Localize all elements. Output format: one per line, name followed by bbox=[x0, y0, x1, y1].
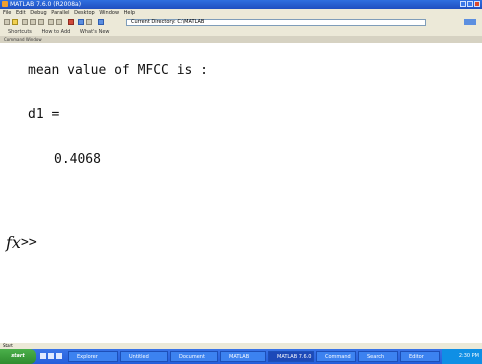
paste-icon[interactable] bbox=[38, 19, 44, 25]
undo-icon[interactable] bbox=[48, 19, 54, 25]
help-icon[interactable] bbox=[98, 19, 104, 25]
close-button[interactable] bbox=[474, 1, 480, 7]
task-7[interactable]: Search bbox=[358, 351, 398, 362]
fx-icon[interactable]: fx bbox=[6, 233, 21, 252]
menu-file[interactable]: File bbox=[3, 10, 11, 16]
menu-debug[interactable]: Debug bbox=[30, 10, 46, 16]
window-title: MATLAB 7.6.0 (R2008a) bbox=[10, 1, 82, 8]
menu-help[interactable]: Help bbox=[124, 10, 135, 16]
command-prompt[interactable]: >> bbox=[21, 235, 37, 250]
quicklaunch-ie-icon[interactable] bbox=[40, 353, 46, 359]
browse-folder-icon[interactable] bbox=[464, 19, 476, 25]
whats-new-link[interactable]: What's New bbox=[80, 29, 110, 35]
task-2[interactable]: Untitled bbox=[120, 351, 168, 362]
maximize-button[interactable] bbox=[467, 1, 473, 7]
simulink-icon[interactable] bbox=[68, 19, 74, 25]
guide-icon[interactable] bbox=[78, 19, 84, 25]
start-button[interactable]: start bbox=[0, 349, 36, 364]
quicklaunch-desktop-icon[interactable] bbox=[48, 353, 54, 359]
output-line-value: 0.4068 bbox=[54, 152, 101, 167]
minimize-button[interactable] bbox=[460, 1, 466, 7]
task-3[interactable]: Document bbox=[170, 351, 218, 362]
menu-desktop[interactable]: Desktop bbox=[74, 10, 95, 16]
quicklaunch-media-icon[interactable] bbox=[56, 353, 62, 359]
system-tray: 2:30 PM bbox=[442, 349, 482, 364]
window-controls bbox=[460, 1, 480, 7]
task-4[interactable]: MATLAB bbox=[220, 351, 266, 362]
matlab-icon bbox=[2, 1, 8, 7]
command-window-title: Command Window bbox=[4, 37, 42, 42]
redo-icon[interactable] bbox=[56, 19, 62, 25]
menu-parallel[interactable]: Parallel bbox=[51, 10, 69, 16]
task-5[interactable]: MATLAB 7.6.0 bbox=[268, 351, 314, 362]
cut-icon[interactable] bbox=[22, 19, 28, 25]
open-folder-icon[interactable] bbox=[12, 19, 18, 25]
output-line-mean: mean value of MFCC is : bbox=[28, 63, 209, 78]
profiler-icon[interactable] bbox=[86, 19, 92, 25]
menu-bar: File Edit Debug Parallel Desktop Window … bbox=[0, 9, 482, 17]
copy-icon[interactable] bbox=[30, 19, 36, 25]
menu-window[interactable]: Window bbox=[99, 10, 119, 16]
new-file-icon[interactable] bbox=[4, 19, 10, 25]
task-8[interactable]: Editor bbox=[400, 351, 440, 362]
how-to-add-link[interactable]: How to Add bbox=[42, 29, 71, 35]
title-bar: MATLAB 7.6.0 (R2008a) bbox=[0, 0, 482, 9]
menu-edit[interactable]: Edit bbox=[16, 10, 26, 16]
status-start-button[interactable]: Start bbox=[3, 343, 13, 348]
output-line-variable: d1 = bbox=[28, 107, 60, 122]
task-6[interactable]: Command bbox=[316, 351, 356, 362]
current-directory-field[interactable]: Current Directory: C:\MATLAB bbox=[126, 19, 426, 26]
taskbar: start Explorer Untitled Document MATLAB … bbox=[0, 349, 482, 364]
task-1[interactable]: Explorer bbox=[68, 351, 118, 362]
tray-clock: 2:30 PM bbox=[458, 353, 479, 359]
command-window-header: Command Window bbox=[0, 36, 482, 43]
shortcuts-link[interactable]: Shortcuts bbox=[8, 29, 32, 35]
command-window[interactable]: mean value of MFCC is : d1 = 0.4068 fx >… bbox=[0, 43, 482, 343]
